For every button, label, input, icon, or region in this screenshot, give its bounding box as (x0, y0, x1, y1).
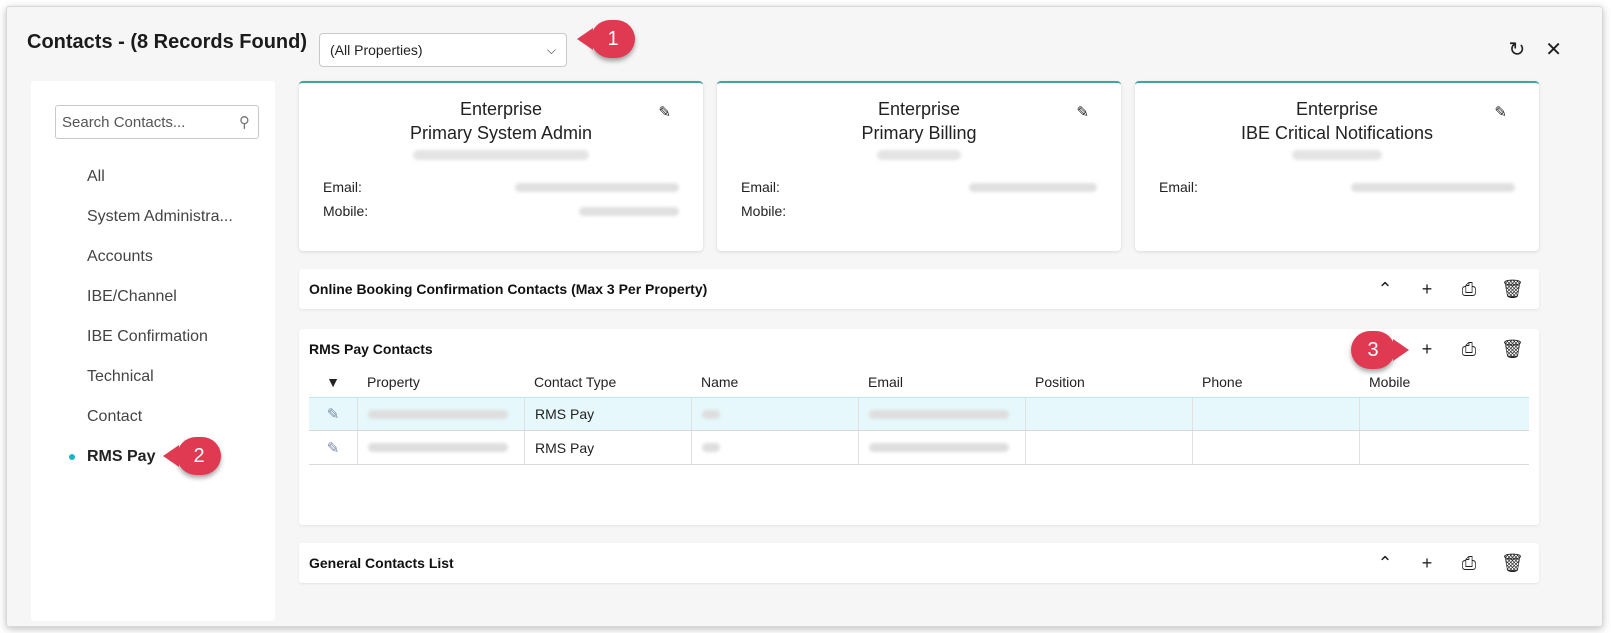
name-redacted (702, 443, 720, 452)
search-icon: ⚲ (239, 114, 250, 131)
contact-card-ibe-critical-notifications: Enterprise IBE Critical Notifications ✎ … (1135, 81, 1539, 251)
email-redacted (869, 409, 1009, 419)
pencil-icon[interactable]: ✎ (1494, 103, 1507, 121)
card-email-row: Email: (741, 179, 1097, 195)
card-line2: Primary Billing (861, 123, 977, 143)
email-label: Email: (1159, 179, 1198, 195)
window-controls: ↻ ✕ (1508, 37, 1562, 62)
card-name-redacted (877, 150, 961, 160)
plus-icon[interactable]: + (1417, 339, 1437, 360)
callout-3: 3 (1351, 331, 1409, 369)
printer-icon[interactable]: ⎙ (1459, 339, 1479, 360)
trash-icon[interactable]: 🗑 (1501, 339, 1524, 360)
panel-title: General Contacts List (309, 555, 454, 571)
card-line1: Enterprise (459, 99, 543, 119)
card-name-redacted (413, 150, 589, 160)
card-email-row: Email: (1159, 179, 1515, 195)
panel-actions: + ⎙ 🗑 (1417, 339, 1524, 360)
printer-icon[interactable]: ⎙ (1459, 279, 1479, 300)
column-header-property[interactable]: Property (357, 367, 524, 397)
cell-contact-type: RMS Pay (524, 431, 691, 464)
property-redacted (368, 443, 508, 452)
table-row[interactable]: ✎ RMS Pay (309, 397, 1529, 431)
plus-icon[interactable]: + (1417, 279, 1437, 300)
rms-pay-table: ▼ Property Contact Type Name Email Posit… (309, 367, 1529, 465)
sidebar-item-ibe-channel[interactable]: IBE/Channel (87, 287, 233, 327)
cell-position (1025, 398, 1192, 430)
contact-card-primary-system-admin: Enterprise Primary System Admin ✎ Email:… (299, 81, 703, 251)
table-header: ▼ Property Contact Type Name Email Posit… (309, 367, 1529, 397)
general-contacts-panel: General Contacts List ⌃ + ⎙ 🗑 (299, 543, 1539, 583)
name-redacted (702, 409, 720, 419)
table-row[interactable]: ✎ RMS Pay (309, 431, 1529, 465)
column-header-contact-type[interactable]: Contact Type (524, 367, 691, 397)
trash-icon[interactable]: 🗑 (1501, 279, 1524, 300)
sidebar-item-system-administrators[interactable]: System Administra... (87, 207, 233, 247)
property-select[interactable]: (All Properties) ⌵ (319, 33, 567, 67)
card-email-row: Email: (323, 179, 679, 195)
cell-mobile (1359, 398, 1527, 430)
pencil-icon[interactable]: ✎ (327, 405, 340, 423)
cell-phone (1192, 398, 1359, 430)
printer-icon[interactable]: ⎙ (1459, 553, 1479, 574)
search-placeholder: Search Contacts... (62, 113, 186, 131)
caret-down-icon[interactable]: ▼ (309, 367, 357, 397)
email-redacted (515, 182, 679, 192)
sidebar-item-ibe-confirmation[interactable]: IBE Confirmation (87, 327, 233, 367)
sidebar-item-technical[interactable]: Technical (87, 367, 233, 407)
refresh-icon[interactable]: ↻ (1508, 37, 1525, 62)
card-line1: Enterprise (1295, 99, 1379, 119)
chevron-up-icon[interactable]: ⌃ (1375, 553, 1395, 574)
column-header-name[interactable]: Name (691, 367, 858, 397)
contacts-window: Contacts - (8 Records Found) (All Proper… (6, 6, 1603, 627)
email-redacted (1351, 182, 1515, 192)
cell-phone (1192, 431, 1359, 464)
column-header-mobile[interactable]: Mobile (1359, 367, 1527, 397)
card-mobile-row: Mobile: (741, 203, 1097, 219)
email-label: Email: (323, 179, 362, 195)
callout-2: 2 (163, 437, 221, 475)
page-title: Contacts - (8 Records Found) (27, 31, 308, 53)
panel-actions: ⌃ + ⎙ 🗑 (1375, 553, 1524, 574)
pencil-icon[interactable]: ✎ (1076, 103, 1089, 121)
callout-1: 1 (577, 20, 635, 58)
column-header-email[interactable]: Email (858, 367, 1025, 397)
online-booking-panel: Online Booking Confirmation Contacts (Ma… (299, 269, 1539, 309)
property-redacted (368, 409, 508, 419)
pencil-icon[interactable]: ✎ (658, 103, 671, 121)
cell-contact-type: RMS Pay (524, 398, 691, 430)
cell-position (1025, 431, 1192, 464)
contact-card-primary-billing: Enterprise Primary Billing ✎ Email: Mobi… (717, 81, 1121, 251)
panel-title: Online Booking Confirmation Contacts (Ma… (309, 281, 708, 297)
search-input[interactable]: Search Contacts... ⚲ (55, 105, 259, 139)
card-name-redacted (1292, 150, 1382, 160)
email-label: Email: (741, 179, 780, 195)
trash-icon[interactable]: 🗑 (1501, 553, 1524, 574)
property-select-value: (All Properties) (330, 42, 423, 58)
sidebar-item-all[interactable]: All (87, 167, 233, 207)
mobile-redacted (579, 206, 679, 216)
mobile-label: Mobile: (323, 203, 369, 219)
column-header-phone[interactable]: Phone (1192, 367, 1359, 397)
card-line2: Primary System Admin (409, 123, 593, 143)
chevron-up-icon[interactable]: ⌃ (1375, 279, 1395, 300)
sidebar: Search Contacts... ⚲ All System Administ… (31, 81, 275, 621)
card-line2: IBE Critical Notifications (1240, 123, 1434, 143)
sidebar-item-accounts[interactable]: Accounts (87, 247, 233, 287)
email-redacted (969, 182, 1097, 192)
plus-icon[interactable]: + (1417, 553, 1437, 574)
panel-actions: ⌃ + ⎙ 🗑 (1375, 279, 1524, 300)
mobile-label: Mobile: (741, 203, 787, 219)
card-mobile-row: Mobile: (323, 203, 679, 219)
card-line1: Enterprise (877, 99, 961, 119)
pencil-icon[interactable]: ✎ (327, 439, 340, 457)
close-icon[interactable]: ✕ (1545, 37, 1562, 62)
chevron-down-icon: ⌵ (546, 42, 556, 57)
panel-title: RMS Pay Contacts (309, 341, 433, 357)
column-header-position[interactable]: Position (1025, 367, 1192, 397)
cell-mobile (1359, 431, 1527, 464)
email-redacted (869, 443, 1009, 452)
